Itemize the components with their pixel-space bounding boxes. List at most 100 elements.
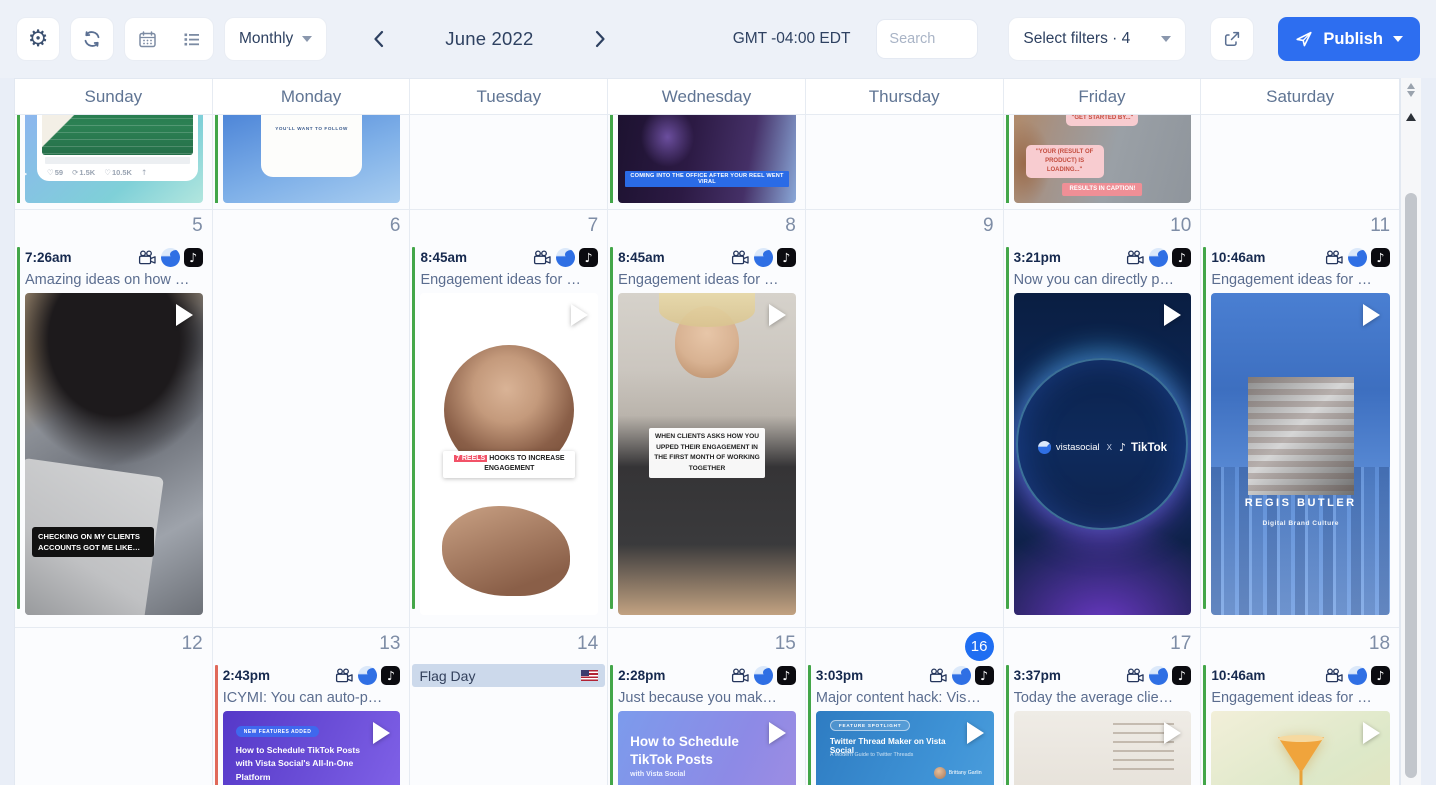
day-cell-jun5[interactable]: 5 7:26am Amazing ideas <box>15 210 213 627</box>
day-cell-jun18[interactable]: 18 10:46am Engagement ideas for … <box>1201 628 1399 785</box>
day-cell-jun9[interactable]: 9 <box>806 210 1004 627</box>
day-cell-jun15[interactable]: 15 2:28pm Just because you mak… <box>608 628 806 785</box>
refresh-button[interactable] <box>70 17 114 61</box>
post-jun13[interactable]: 2:43pm ICYMI: You can auto-p… NEW <box>213 664 410 785</box>
export-button[interactable] <box>1210 17 1254 61</box>
view-mode-label: Monthly <box>239 30 293 48</box>
profile-avatar <box>1348 248 1367 267</box>
post-jun7[interactable]: 8:45am Engagement ideas for … <box>410 246 607 615</box>
post-jun18[interactable]: 10:46am Engagement ideas for … <box>1201 664 1399 785</box>
day-header-wednesday: Wednesday <box>608 79 806 114</box>
video-camera-icon <box>533 250 552 265</box>
day-cell-prev-saturday[interactable] <box>1201 115 1399 209</box>
profile-avatar <box>952 666 971 685</box>
tiktok-icon <box>1371 248 1390 267</box>
holiday-chip-flag-day[interactable]: Flag Day <box>412 664 605 687</box>
day-cell-jun8[interactable]: 8 8:45am Engagement ideas for … <box>608 210 806 627</box>
next-month-button[interactable] <box>586 22 616 56</box>
day-cell-jun6[interactable]: 6 <box>213 210 411 627</box>
post-time: 10:46am <box>1211 668 1265 683</box>
day-cell-prev-thursday[interactable] <box>806 115 1004 209</box>
profile-avatar <box>1149 666 1168 685</box>
day-cell-jun7[interactable]: 7 8:45am Engagement ideas for … <box>410 210 608 627</box>
date-number: 11 <box>1370 215 1390 238</box>
post-jun8[interactable]: 8:45am Engagement ideas for … WHEN <box>608 246 805 615</box>
engagement-stats: ♡59 ⟳1.5K ♡10.5K ↑ <box>43 165 192 181</box>
search-input[interactable] <box>876 19 978 59</box>
vertical-scrollbar[interactable] <box>1400 78 1421 785</box>
day-header-tuesday: Tuesday <box>410 79 608 114</box>
play-icon <box>1363 722 1380 744</box>
video-camera-icon <box>138 250 157 265</box>
day-cell-jun17[interactable]: 17 3:37pm Today the average clie… <box>1004 628 1202 785</box>
list-view-button[interactable] <box>169 18 213 60</box>
post-title: Engagement ideas for … <box>1211 269 1399 292</box>
us-flag-icon <box>581 670 598 681</box>
date-number: 10 <box>1170 215 1191 238</box>
day-cell-jun12[interactable]: 12 <box>15 628 213 785</box>
video-camera-icon <box>1126 668 1145 683</box>
filters-label: Select filters · 4 <box>1023 30 1130 48</box>
post-jun5[interactable]: 7:26am Amazing ideas on how … <box>15 246 212 615</box>
post-title: Today the average clie… <box>1014 687 1201 710</box>
day-header-thursday: Thursday <box>806 79 1004 114</box>
vistasocial-logo <box>1038 441 1051 454</box>
top-toolbar: ⚙ Monthly <box>0 0 1436 78</box>
play-icon <box>571 304 588 326</box>
tiktok-icon <box>777 248 796 267</box>
post-jun15[interactable]: 2:28pm Just because you mak… How t <box>608 664 805 785</box>
day-cell-prev-sunday[interactable]: ♡59 ⟳1.5K ♡10.5K ↑ <box>15 115 213 209</box>
scrollbar-thumb[interactable] <box>1405 193 1417 778</box>
post-jun16[interactable]: 3:03pm Major content hack: Vis… FE <box>806 664 1003 785</box>
publish-button[interactable]: Publish <box>1278 17 1420 61</box>
post-jun10[interactable]: 3:21pm Now you can directly p… <box>1004 246 1201 615</box>
settings-button[interactable]: ⚙ <box>16 17 60 61</box>
post-jun17[interactable]: 3:37pm Today the average clie… WHE <box>1004 664 1201 785</box>
day-cell-jun16-today[interactable]: 16 3:03pm Major content hack: Vis… <box>806 628 1004 785</box>
view-mode-dropdown[interactable]: Monthly <box>224 17 327 61</box>
holiday-label: Flag Day <box>419 668 475 684</box>
post-time: 3:37pm <box>1014 668 1061 683</box>
post-prev-wednesday[interactable]: COMING INTO THE OFFICE AFTER YOUR REEL W… <box>608 115 805 209</box>
day-cell-jun14[interactable]: 14 Flag Day <box>410 628 608 785</box>
post-thumbnail: ♡59 ⟳1.5K ♡10.5K ↑ <box>25 115 203 203</box>
day-cell-prev-friday[interactable]: "GET STARTED BY..." "YOUR (RESULT OF PRO… <box>1004 115 1202 209</box>
calendar-view-button[interactable] <box>125 18 169 60</box>
publish-label: Publish <box>1323 30 1383 49</box>
day-cell-jun13[interactable]: 13 2:43pm ICYMI: You can auto-p… <box>213 628 411 785</box>
day-cell-prev-tuesday[interactable] <box>410 115 608 209</box>
day-header-sunday: Sunday <box>15 79 213 114</box>
day-cell-jun10[interactable]: 10 3:21pm Now you can directly p… <box>1004 210 1202 627</box>
day-cell-jun11[interactable]: 11 10:46am Engagement ideas for … <box>1201 210 1399 627</box>
date-number: 7 <box>588 215 599 238</box>
video-camera-icon <box>929 668 948 683</box>
post-prev-monday[interactable]: Photographers YOU'LL WANT TO FOLLOW <box>213 115 410 209</box>
day-cell-prev-wednesday[interactable]: COMING INTO THE OFFICE AFTER YOUR REEL W… <box>608 115 806 209</box>
filters-dropdown[interactable]: Select filters · 4 <box>1008 17 1186 61</box>
post-thumbnail: "GET STARTED BY..." "YOUR (RESULT OF PRO… <box>1014 115 1192 203</box>
scroll-down-arrow[interactable] <box>1407 91 1415 97</box>
profile-avatar <box>754 666 773 685</box>
send-icon <box>1295 30 1313 48</box>
post-time: 3:03pm <box>816 668 863 683</box>
post-prev-sunday[interactable]: ♡59 ⟳1.5K ♡10.5K ↑ <box>15 115 212 209</box>
portrait-photo <box>1248 377 1354 495</box>
chevron-right-icon <box>595 30 606 48</box>
post-title: Engagement ideas for … <box>420 269 607 292</box>
day-cell-prev-monday[interactable]: Photographers YOU'LL WANT TO FOLLOW <box>213 115 411 209</box>
post-thumbnail: WHEN YOU SPEND 2 HOURS <box>1014 711 1192 785</box>
profile-avatar <box>358 666 377 685</box>
scroll-up-arrow[interactable] <box>1407 83 1415 89</box>
post-jun11[interactable]: 10:46am Engagement ideas for … <box>1201 246 1399 615</box>
profile-avatar <box>1348 666 1367 685</box>
prev-month-button[interactable] <box>363 22 393 56</box>
calendar-grid: Sunday Monday Tuesday Wednesday Thursday… <box>14 78 1400 785</box>
tiktok-icon <box>777 666 796 685</box>
tiktok-note-icon: ♪ <box>1119 441 1126 454</box>
profile-avatar <box>556 248 575 267</box>
view-toggle-group <box>124 17 214 61</box>
post-title: Just because you mak… <box>618 687 805 710</box>
post-prev-friday[interactable]: "GET STARTED BY..." "YOUR (RESULT OF PRO… <box>1004 115 1201 209</box>
post-time: 10:46am <box>1211 250 1265 265</box>
scroll-top-arrow[interactable] <box>1406 113 1416 121</box>
